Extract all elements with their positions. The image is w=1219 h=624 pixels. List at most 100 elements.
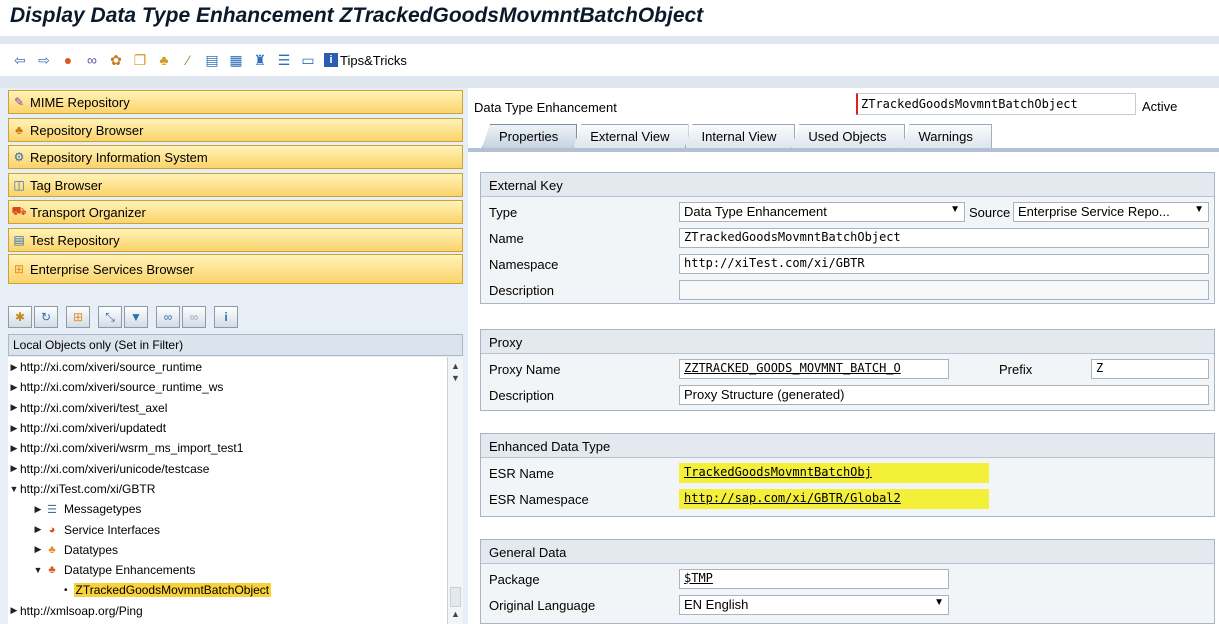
collapse-icon[interactable]: ⤡	[98, 306, 122, 328]
type-select[interactable]: Data Type Enhancement ▼	[679, 202, 965, 222]
tree-item[interactable]: ▶ http://xi.com/xiveri/test_axel	[8, 398, 455, 418]
enhanced-data-type-group: Enhanced Data Type ESR Name TrackedGoods…	[480, 433, 1215, 517]
page-title: Display Data Type Enhancement ZTrackedGo…	[0, 0, 1219, 36]
scroll-up-icon[interactable]: ▲	[451, 609, 460, 619]
type-label: Type	[489, 205, 518, 220]
dropdown-arrow-icon: ▼	[934, 597, 944, 608]
nav-repository-information-system[interactable]: ⚙ Repository Information System	[8, 145, 463, 169]
tree-icon[interactable]: ♜	[250, 50, 270, 70]
esr-namespace-label: ESR Namespace	[489, 492, 589, 507]
tree-item[interactable]: ▶ http://xi.com/xiveri/updatedt	[8, 418, 455, 438]
tree-item[interactable]: ▶ http://xi.com/xiveri/unicode/testcase	[8, 458, 455, 478]
proxy-name-field[interactable]: ZZTRACKED_GOODS_MOVMNT_BATCH_O	[679, 359, 949, 379]
chevron-right-icon[interactable]: ▶	[8, 605, 20, 616]
nav-transport-organizer[interactable]: ⛟ Transport Organizer	[8, 200, 463, 224]
copy-icon[interactable]: ❐	[130, 50, 150, 70]
source-select[interactable]: Enterprise Service Repo... ▼	[1013, 202, 1209, 222]
forward-arrow-icon[interactable]: ⇨	[34, 50, 54, 70]
tab-warnings[interactable]: Warnings	[901, 124, 992, 148]
filter-header: Local Objects only (Set in Filter)	[8, 334, 463, 356]
wand-icon[interactable]: ⁄	[178, 50, 198, 70]
tree-item[interactable]: ▶ http://xmlsoap.org/Ping	[8, 601, 455, 621]
scroll-down-icon[interactable]: ▼	[451, 373, 460, 383]
prefix-field[interactable]: Z	[1091, 359, 1209, 379]
name-label: Name	[489, 231, 524, 246]
nav-enterprise-services-browser[interactable]: ⊞ Enterprise Services Browser	[8, 254, 463, 284]
tree-item[interactable]: ▼ http://xiTest.com/xi/GBTR	[8, 479, 455, 499]
namespace-label: Namespace	[489, 257, 559, 272]
description-label: Description	[489, 283, 555, 298]
wand-icon[interactable]: ✱	[8, 306, 32, 328]
tree-item-selected[interactable]: • ZTrackedGoodsMovmntBatchObject	[8, 580, 455, 600]
tab-bar: Properties External View Internal View U…	[482, 124, 992, 148]
info-system-icon: ⚙	[13, 150, 25, 164]
server-icon[interactable]: ▤	[202, 50, 222, 70]
chevron-down-icon[interactable]: ▼	[8, 484, 20, 494]
messagetype-icon: ☰	[47, 503, 57, 516]
tab-external-view[interactable]: External View	[573, 124, 689, 148]
align-icon[interactable]: ☰	[274, 50, 294, 70]
chevron-right-icon[interactable]: ▶	[32, 504, 44, 515]
object-tree: ▶ http://xi.com/xiveri/source_runtime ▶ ht…	[8, 357, 455, 624]
window-icon[interactable]: ▭	[298, 50, 318, 70]
tips-tricks-button[interactable]: i Tips&Tricks	[324, 53, 407, 68]
hierarchy-icon[interactable]: ♣	[154, 50, 174, 70]
tree-toolbar: ✱ ↻ ⊞ ⤡ ▼ ∞ ∞ i	[8, 304, 240, 330]
chevron-right-icon[interactable]: ▶	[32, 544, 44, 555]
chevron-right-icon[interactable]: ▶	[32, 524, 44, 535]
header-object-field[interactable]: ZTrackedGoodsMovmntBatchObject	[856, 93, 1136, 115]
mime-icon: ✎	[13, 95, 25, 109]
detail-pane: Data Type Enhancement ZTrackedGoodsMovmn…	[468, 88, 1219, 624]
tab-properties[interactable]: Properties	[482, 124, 578, 148]
layout-icon[interactable]: ▦	[226, 50, 246, 70]
info-icon[interactable]: i	[214, 306, 238, 328]
objects-icon[interactable]: ✿	[106, 50, 126, 70]
find-next-icon[interactable]: ∞	[182, 306, 206, 328]
chevron-right-icon[interactable]: ▶	[8, 423, 20, 434]
back-arrow-icon[interactable]: ⇦	[10, 50, 30, 70]
tab-internal-view[interactable]: Internal View	[684, 124, 796, 148]
refresh-icon[interactable]: ↻	[34, 306, 58, 328]
esr-name-field[interactable]: TrackedGoodsMovmntBatchObj	[679, 463, 989, 483]
chevron-right-icon[interactable]: ▶	[8, 443, 20, 454]
nav-repository-browser[interactable]: ♣ Repository Browser	[8, 118, 463, 142]
proxy-description-label: Description	[489, 388, 555, 403]
tree-item[interactable]: ▶ http://xi.com/xiveri/wsrm_ms_import_tes…	[8, 438, 455, 458]
tree-item[interactable]: ▶ ♣ Datatypes	[8, 540, 455, 560]
scroll-thumb[interactable]	[450, 587, 461, 607]
namespace-field[interactable]: http://xiTest.com/xi/GBTR	[679, 254, 1209, 274]
toolbar: ⇦ ⇨ ● ∞ ✿ ❐ ♣ ⁄ ▤ ▦ ♜ ☰ ▭ i Tips&Tricks	[0, 44, 1219, 76]
chevron-right-icon[interactable]: ▶	[8, 402, 20, 413]
description-field[interactable]	[679, 280, 1209, 300]
tree-item[interactable]: ▶ ☰ Messagetypes	[8, 499, 455, 519]
scroll-up-icon[interactable]: ▲	[451, 361, 460, 371]
tree-scrollbar[interactable]: ▲ ▼ ▲	[447, 357, 463, 624]
nav-test-repository[interactable]: ▤ Test Repository	[8, 228, 463, 252]
chevron-right-icon[interactable]: ▶	[8, 463, 20, 474]
nav-tag-browser[interactable]: ◫ Tag Browser	[8, 173, 463, 197]
tree-item[interactable]: ▶ http://xi.com/xiveri/source_runtime_ws	[8, 377, 455, 397]
hierarchy-icon: ♣	[15, 123, 23, 137]
filter-icon[interactable]: ▼	[124, 306, 148, 328]
glasses-icon[interactable]: ∞	[82, 50, 102, 70]
language-select[interactable]: EN English ▼	[679, 595, 949, 615]
datatype-icon: ♣	[48, 543, 56, 556]
tab-used-objects[interactable]: Used Objects	[791, 124, 906, 148]
proxy-description-field[interactable]: Proxy Structure (generated)	[679, 385, 1209, 405]
nav-mime-repository[interactable]: ✎ MIME Repository	[8, 90, 463, 114]
esr-namespace-field[interactable]: http://sap.com/xi/GBTR/Global2	[679, 489, 989, 509]
binoculars-icon[interactable]: ∞	[156, 306, 180, 328]
chevron-right-icon[interactable]: ▶	[8, 382, 20, 393]
services-icon[interactable]: ⊞	[66, 306, 90, 328]
chevron-down-icon[interactable]: ▼	[32, 565, 44, 575]
group-title: Proxy	[481, 330, 1214, 354]
name-field[interactable]: ZTrackedGoodsMovmntBatchObject	[679, 228, 1209, 248]
tree-item[interactable]: ▶ ◕ Service Interfaces	[8, 519, 455, 539]
tag-icon: ◫	[13, 178, 25, 192]
tree-item[interactable]: ▶ http://xi.com/xiveri/source_runtime	[8, 357, 455, 377]
package-field[interactable]: $TMP	[679, 569, 949, 589]
globe-icon[interactable]: ●	[58, 50, 78, 70]
proxy-group: Proxy Proxy Name ZZTRACKED_GOODS_MOVMNT_…	[480, 329, 1215, 411]
tree-item[interactable]: ▼ ♣ Datatype Enhancements	[8, 560, 455, 580]
chevron-right-icon[interactable]: ▶	[8, 362, 20, 373]
